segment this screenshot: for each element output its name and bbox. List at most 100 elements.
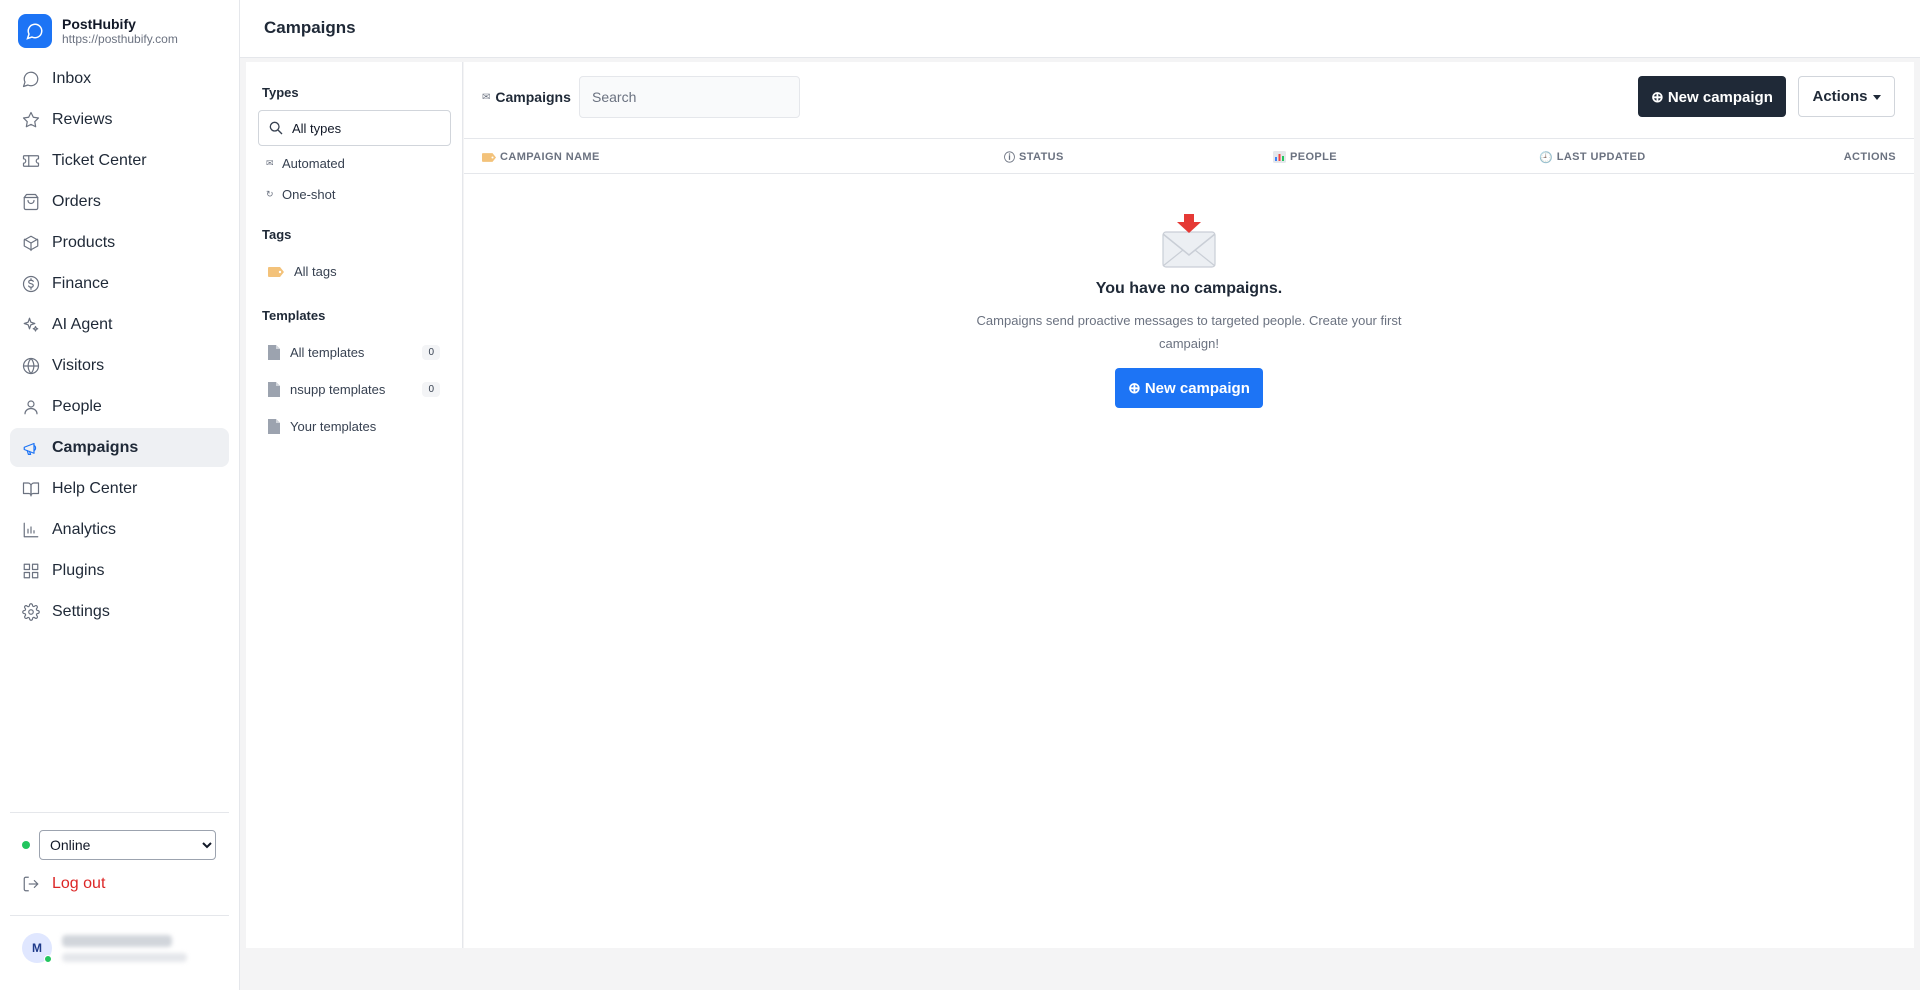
template-count-badge: 0 — [422, 345, 440, 360]
create-campaign-button[interactable]: ⊕ New campaign — [1115, 368, 1263, 408]
sidebar-item-label: People — [52, 397, 102, 415]
sidebar-item-help-center[interactable]: Help Center — [10, 469, 229, 508]
filter-type-one-shot[interactable]: ↻ One-shot — [266, 187, 335, 202]
sidebar-item-label: AI Agent — [52, 315, 113, 333]
sidebar-item-ai-agent[interactable]: AI Agent — [10, 305, 229, 344]
types-heading: Types — [262, 85, 299, 100]
sidebar-item-label: Finance — [52, 274, 109, 292]
brand-url: https://posthubify.com — [62, 32, 178, 46]
sidebar-item-inbox[interactable]: Inbox — [10, 59, 229, 98]
sidebar-item-visitors[interactable]: Visitors — [10, 346, 229, 385]
sidebar-item-orders[interactable]: Orders — [10, 182, 229, 221]
tag-icon — [268, 266, 284, 277]
new-campaign-button[interactable]: ⊕ New campaign — [1638, 76, 1786, 117]
shopping-bag-icon — [22, 193, 40, 211]
sidebar-item-label: Campaigns — [52, 438, 139, 456]
sidebar-item-reviews[interactable]: Reviews — [10, 100, 229, 139]
filter-type-label: Automated — [282, 156, 345, 171]
filter-template-yours[interactable]: Your templates — [268, 419, 440, 434]
status-select[interactable]: Online — [39, 830, 216, 860]
sidebar-item-label: Inbox — [52, 69, 92, 87]
sidebar-item-analytics[interactable]: Analytics — [10, 510, 229, 549]
column-header-actions: Actions — [1844, 139, 1896, 175]
filter-all-types-label: All types — [292, 120, 342, 136]
clock-icon: 🕘 — [1539, 151, 1553, 164]
section-label: ✉ Campaigns — [482, 89, 571, 105]
sidebar-item-label: Plugins — [52, 561, 105, 579]
avatar-status-dot — [44, 955, 52, 963]
campaigns-content: ✉ Campaigns ⊕ New campaign Actions Campa… — [464, 62, 1914, 948]
column-label: Actions — [1843, 151, 1896, 163]
column-header-people[interactable]: People — [1273, 139, 1337, 175]
template-label: All templates — [290, 345, 365, 360]
envelope-icon: ✉ — [266, 158, 274, 168]
user-details-redacted — [62, 934, 187, 962]
sidebar-item-label: Analytics — [52, 520, 117, 538]
empty-state-title: You have no campaigns. — [1095, 280, 1283, 297]
book-open-icon — [22, 480, 40, 498]
sidebar-item-ticket-center[interactable]: Ticket Center — [10, 141, 229, 180]
column-label: Last updated — [1556, 151, 1646, 163]
logout-label: Log out — [52, 875, 106, 892]
caret-down-icon — [1872, 95, 1881, 100]
sidebar-item-label: Settings — [52, 602, 110, 620]
page-header: Campaigns — [240, 0, 1920, 58]
empty-state-description: Campaigns send proactive messages to tar… — [976, 313, 1402, 351]
user-icon — [22, 398, 40, 416]
logout-icon — [22, 875, 40, 893]
actions-label: Actions — [1812, 88, 1868, 105]
filter-type-automated[interactable]: ✉ Automated — [266, 156, 345, 171]
sidebar-item-settings[interactable]: Settings — [10, 592, 229, 631]
section-label-text: Campaigns — [495, 89, 571, 105]
filter-template-nsupp[interactable]: nsupp templates 0 — [268, 382, 440, 397]
template-count-badge: 0 — [422, 382, 440, 397]
bar-chart-icon — [22, 521, 40, 539]
brand[interactable]: PostHubify https://posthubify.com — [18, 14, 178, 48]
tags-heading: Tags — [262, 227, 292, 242]
sidebar-item-label: Reviews — [52, 110, 113, 128]
sidebar-item-campaigns[interactable]: Campaigns — [10, 428, 229, 467]
refresh-icon: ↻ — [266, 189, 274, 199]
column-header-last-updated[interactable]: 🕘 Last updated — [1539, 139, 1646, 175]
sidebar-item-finance[interactable]: Finance — [10, 264, 229, 303]
chart-icon — [1273, 151, 1286, 163]
filter-all-tags-label: All tags — [294, 264, 337, 279]
sidebar-item-products[interactable]: Products — [10, 223, 229, 262]
message-circle-icon — [22, 70, 40, 88]
logout-button[interactable]: Log out — [22, 875, 105, 893]
grid-icon — [22, 562, 40, 580]
divider — [10, 812, 229, 813]
empty-state: You have no campaigns. Campaigns send pr… — [464, 212, 1914, 408]
filter-type-label: One-shot — [282, 187, 336, 202]
filter-all-types[interactable]: All types — [258, 110, 451, 146]
user-profile[interactable]: M — [22, 933, 187, 963]
sidebar-item-plugins[interactable]: Plugins — [10, 551, 229, 590]
avatar: M — [22, 933, 52, 963]
ticket-icon — [22, 152, 40, 170]
star-icon — [22, 111, 40, 129]
sparkles-icon — [22, 316, 40, 334]
sidebar-item-people[interactable]: People — [10, 387, 229, 426]
filter-template-all[interactable]: All templates 0 — [268, 345, 440, 360]
envelope-icon: ✉ — [482, 91, 491, 103]
search-input[interactable] — [579, 76, 800, 118]
column-header-campaign-name[interactable]: Campaign name — [482, 139, 600, 175]
globe-icon — [22, 357, 40, 375]
template-label: Your templates — [290, 419, 377, 434]
template-label: nsupp templates — [290, 382, 386, 397]
divider — [10, 915, 229, 916]
chat-logo-icon — [18, 14, 52, 48]
search-icon — [269, 121, 283, 135]
gear-icon — [22, 602, 40, 621]
templates-heading: Templates — [262, 308, 326, 323]
sidebar-item-label: Help Center — [52, 479, 138, 497]
avatar-initial: M — [32, 941, 42, 955]
megaphone-icon — [22, 439, 40, 457]
actions-dropdown-button[interactable]: Actions — [1798, 76, 1895, 117]
document-icon — [268, 419, 280, 434]
dollar-circle-icon — [22, 275, 40, 293]
filter-all-tags[interactable]: All tags — [268, 264, 337, 279]
sidebar-item-label: Orders — [52, 192, 101, 210]
column-header-status[interactable]: ⓘ Status — [1004, 139, 1064, 175]
tag-icon — [482, 152, 496, 162]
